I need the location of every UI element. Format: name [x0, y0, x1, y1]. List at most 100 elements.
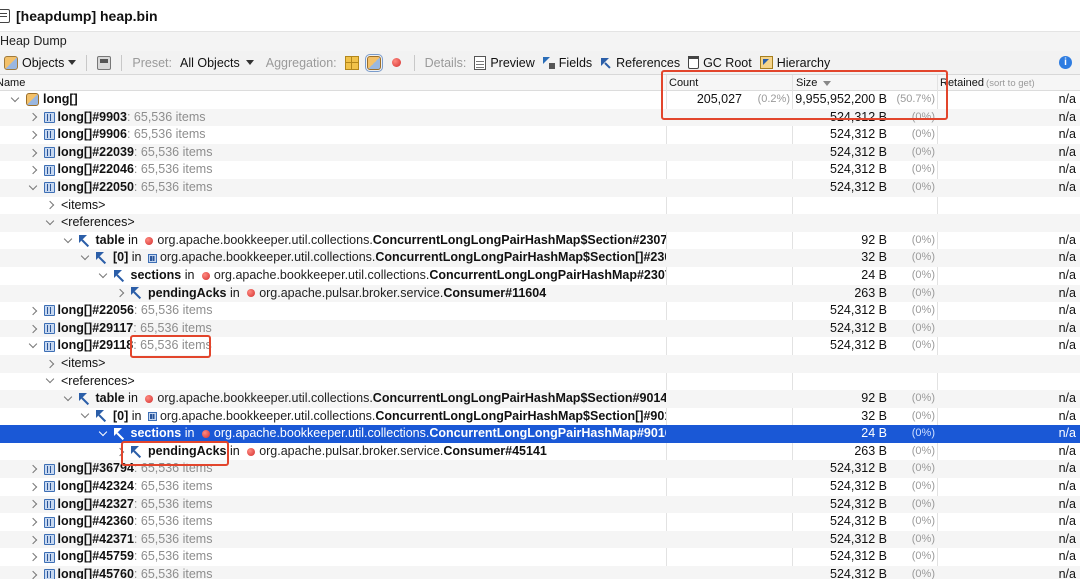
heap-object-tree[interactable]: long[] 205,027 (0.2%) 9,955,952,200 B (50.7%… [0, 91, 1080, 579]
count-cell [666, 355, 792, 373]
table-row[interactable]: long[]#42360 : 65,536 items 524,312 B (0%)… [0, 513, 1080, 531]
table-row[interactable]: long[]#22056 : 65,536 items 524,312 B (0%)… [0, 302, 1080, 320]
table-row[interactable]: long[]#45760 : 65,536 items 524,312 B (0%)… [0, 566, 1080, 579]
expand-chevron-icon[interactable] [28, 499, 38, 509]
count-cell [666, 373, 792, 391]
expand-chevron-icon[interactable] [28, 535, 38, 545]
size-percent: (0%) [911, 392, 935, 405]
size-value: 24 B [861, 426, 887, 441]
column-header-name[interactable]: Name [0, 75, 25, 91]
table-row[interactable]: [0] in org.apache.bookkeeper.util.collec… [0, 408, 1080, 426]
count-percent: (0.2%) [757, 93, 790, 105]
expand-chevron-icon[interactable] [28, 464, 38, 474]
item-count: : 65,536 items [133, 303, 213, 318]
instance-name: long[]#29118 [57, 338, 134, 353]
instance-name: long[]#42327 [57, 496, 134, 511]
size-value: 524,312 B [830, 531, 887, 546]
collapse-chevron-icon[interactable] [98, 429, 108, 439]
collapse-chevron-icon[interactable] [63, 236, 73, 246]
table-row[interactable]: <items> [0, 354, 1080, 373]
expand-chevron-icon[interactable] [28, 570, 38, 579]
collapse-chevron-icon[interactable] [45, 376, 55, 386]
expand-chevron-icon[interactable] [28, 552, 38, 562]
expand-chevron-icon[interactable] [45, 359, 55, 369]
collapse-chevron-icon[interactable] [80, 411, 90, 421]
hierarchy-toggle[interactable]: Hierarchy [756, 52, 835, 74]
preview-label: Preview [490, 55, 535, 70]
size-percent: (0%) [911, 532, 935, 545]
table-row[interactable]: pendingAcks in org.apache.pulsar.broker.… [0, 443, 1080, 461]
table-row[interactable]: long[]#29117 : 65,536 items 524,312 B (0%)… [0, 319, 1080, 338]
expand-chevron-icon[interactable] [28, 517, 38, 527]
objects-view-dropdown[interactable]: Objects [0, 52, 80, 74]
expand-chevron-icon[interactable] [28, 306, 38, 316]
expand-chevron-icon[interactable] [28, 165, 38, 175]
table-row[interactable]: pendingAcks in org.apache.pulsar.broker.… [0, 284, 1080, 303]
count-cell [666, 478, 792, 496]
size-cell: 524,312 B (0%) [792, 460, 937, 478]
table-row[interactable]: long[]#9903 : 65,536 items 524,312 B (0%) n… [0, 108, 1080, 127]
table-row[interactable]: long[]#45759 : 65,536 items 524,312 B (0%)… [0, 548, 1080, 566]
expand-chevron-icon[interactable] [115, 447, 125, 457]
size-cell: 524,312 B (0%) [792, 337, 937, 355]
aggregation-classes-button[interactable] [363, 52, 385, 74]
table-row[interactable]: table in org.apache.bookkeeper.util.coll… [0, 232, 1080, 250]
table-row[interactable]: long[]#29118 : 65,536 items 524,312 B (0%)… [0, 337, 1080, 355]
expand-chevron-icon[interactable] [45, 200, 55, 210]
table-row[interactable]: long[]#9906 : 65,536 items 524,312 B (0%) n… [0, 126, 1080, 144]
in-label: in [181, 426, 198, 441]
table-row[interactable]: long[]#42327 : 65,536 items 524,312 B (0%)… [0, 495, 1080, 514]
expand-chevron-icon[interactable] [28, 130, 38, 140]
size-value: 9,955,952,200 B [795, 92, 887, 106]
table-row[interactable]: sections in org.apache.bookkeeper.util.c… [0, 267, 1080, 285]
size-value: 524,312 B [830, 461, 887, 476]
hierarchy-label: Hierarchy [776, 55, 831, 70]
table-row[interactable]: <references> [0, 373, 1080, 391]
info-icon[interactable]: i [1059, 56, 1072, 69]
instance-name: long[]#42324 [57, 479, 134, 494]
collapse-chevron-icon[interactable] [98, 271, 108, 281]
column-header-retained[interactable]: Retained (sort to get) [940, 75, 1035, 91]
collapse-chevron-icon[interactable] [28, 183, 38, 193]
collapse-chevron-icon[interactable] [28, 341, 38, 351]
expand-chevron-icon[interactable] [28, 482, 38, 492]
table-row[interactable]: <items> [0, 197, 1080, 215]
classes-icon [364, 53, 383, 72]
expand-chevron-icon[interactable] [28, 148, 38, 158]
table-row-selected[interactable]: sections in org.apache.bookkeeper.util.c… [0, 425, 1080, 443]
table-row[interactable]: long[]#22046 : 65,536 items 524,312 B (0%)… [0, 161, 1080, 179]
preview-toggle[interactable]: Preview [470, 52, 538, 74]
save-snapshot-button[interactable] [93, 52, 115, 74]
collapse-chevron-icon[interactable] [10, 95, 20, 105]
column-header-count[interactable]: Count [669, 75, 698, 91]
table-row[interactable]: long[]#36794 : 65,536 items 524,312 B (0%)… [0, 460, 1080, 479]
size-percent: (0%) [911, 286, 935, 299]
expand-chevron-icon[interactable] [28, 324, 38, 334]
table-row[interactable]: table in org.apache.bookkeeper.util.coll… [0, 390, 1080, 408]
collapse-chevron-icon[interactable] [80, 253, 90, 263]
size-cell: 263 B (0%) [792, 285, 937, 303]
fields-toggle[interactable]: Fields [539, 52, 596, 74]
collapse-chevron-icon[interactable] [45, 218, 55, 228]
column-header-size[interactable]: Size [796, 75, 832, 91]
expand-chevron-icon[interactable] [115, 288, 125, 298]
table-row[interactable]: <references> [0, 214, 1080, 232]
aggregation-packages-button[interactable] [341, 52, 363, 74]
gc-root-toggle[interactable]: GC Root [684, 52, 756, 74]
size-cell [792, 214, 937, 232]
table-row[interactable]: long[]#22050 : 65,536 items 524,312 B (0%)… [0, 178, 1080, 197]
array-icon [43, 481, 55, 493]
table-row[interactable]: long[] 205,027 (0.2%) 9,955,952,200 B (50.7%… [0, 91, 1080, 109]
table-row[interactable]: long[]#42371 : 65,536 items 524,312 B (0%)… [0, 530, 1080, 549]
table-row[interactable]: [0] in org.apache.bookkeeper.util.collec… [0, 249, 1080, 267]
preset-select[interactable]: All Objects [176, 56, 258, 70]
collapse-chevron-icon[interactable] [63, 394, 73, 404]
size-percent: (50.7%) [896, 93, 935, 105]
table-row[interactable]: long[]#42324 : 65,536 items 524,312 B (0%)… [0, 478, 1080, 496]
expand-chevron-icon[interactable] [28, 112, 38, 122]
references-toggle[interactable]: References [596, 52, 684, 74]
table-row[interactable]: long[]#22039 : 65,536 items 524,312 B (0%)… [0, 143, 1080, 162]
instance-name: long[]#9903 [57, 109, 127, 124]
size-cell: 524,312 B (0%) [792, 144, 937, 162]
aggregation-instances-button[interactable] [385, 52, 408, 74]
